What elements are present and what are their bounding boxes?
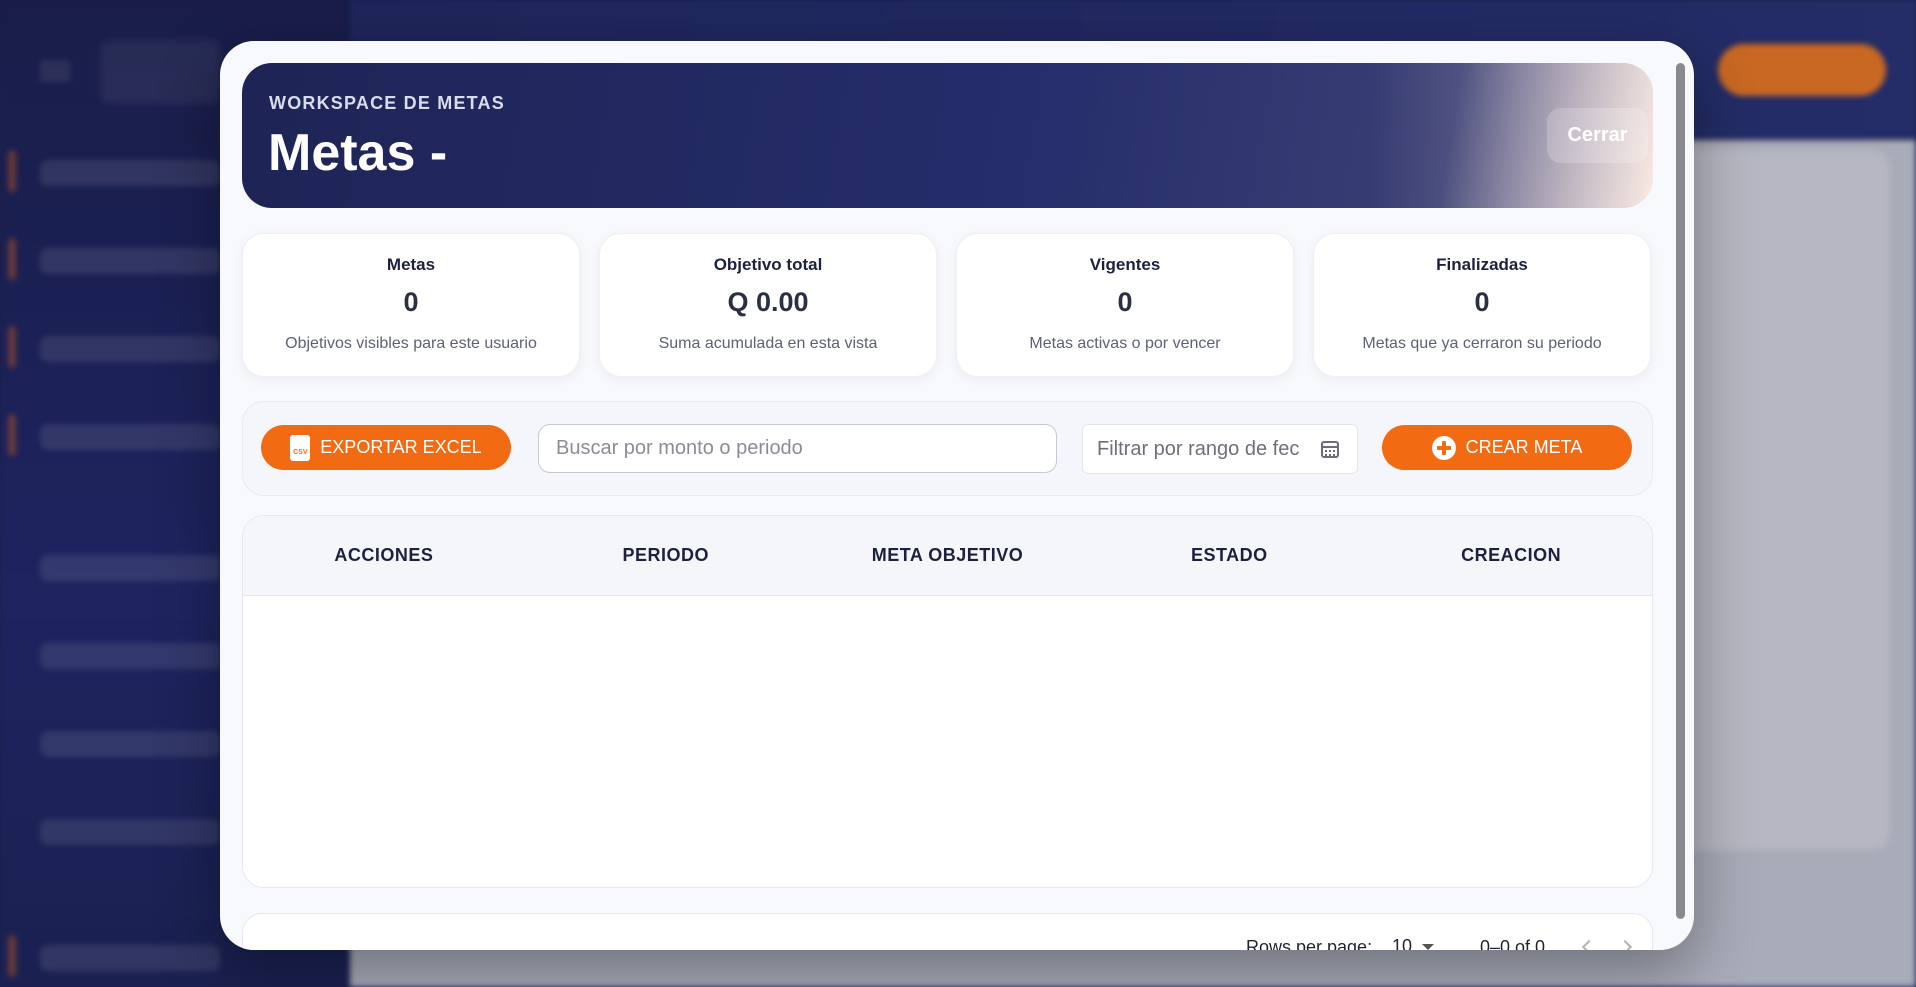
column-header-estado[interactable]: ESTADO	[1088, 516, 1370, 595]
stat-value: 0	[1117, 287, 1133, 317]
stat-description: Objetivos visibles para este usuario	[285, 335, 537, 352]
modal-scrollbar[interactable]	[1676, 63, 1685, 919]
hero-eyebrow: WORKSPACE DE METAS	[269, 93, 505, 113]
stat-label: Metas	[386, 255, 436, 274]
rows-per-page-select[interactable]: 10	[1392, 936, 1435, 950]
calendar-icon[interactable]	[1321, 441, 1339, 458]
stat-value: Q 0.00	[727, 287, 809, 317]
stat-description: Metas activas o por vencer	[1029, 335, 1221, 352]
stat-value: 0	[403, 287, 419, 317]
export-excel-label: EXPORTAR EXCEL	[320, 437, 482, 457]
table-header: ACCIONES PERIODO META OBJETIVO ESTADO CR…	[243, 516, 1652, 596]
stat-card-vigentes: Vigentes 0 Metas activas o por vencer	[956, 233, 1294, 377]
stat-label: Finalizadas	[1436, 255, 1528, 274]
chevron-left-icon	[1581, 939, 1597, 950]
pagination-range: 0–0 of 0	[1480, 937, 1546, 950]
stat-label: Vigentes	[1089, 255, 1161, 274]
hero-header: WORKSPACE DE METAS Metas - Cerrar	[242, 63, 1653, 208]
column-header-periodo[interactable]: PERIODO	[525, 516, 807, 595]
stat-description: Metas que ya cerraron su periodo	[1362, 335, 1602, 352]
rows-per-page-value: 10	[1392, 936, 1413, 950]
metas-table: ACCIONES PERIODO META OBJETIVO ESTADO CR…	[242, 515, 1653, 888]
column-header-creacion[interactable]: CREACION	[1370, 516, 1652, 595]
table-body	[243, 596, 1652, 887]
page-title: Metas -	[268, 124, 448, 182]
stat-card-finalizadas: Finalizadas 0 Metas que ya cerraron su p…	[1313, 233, 1651, 377]
search-input[interactable]	[538, 424, 1057, 473]
stat-description: Suma acumulada en esta vista	[658, 335, 878, 352]
next-page-button[interactable]	[1613, 933, 1641, 950]
create-meta-button[interactable]: CREAR META	[1382, 425, 1632, 470]
close-button[interactable]: Cerrar	[1547, 108, 1648, 163]
chevron-right-icon	[1617, 939, 1633, 950]
pagination-bar: Rows per page: 10 0–0 of 0	[242, 913, 1653, 950]
metas-workspace-modal: WORKSPACE DE METAS Metas - Cerrar Metas …	[220, 41, 1694, 950]
previous-page-button[interactable]	[1573, 933, 1601, 950]
stat-card-objetivo-total: Objetivo total Q 0.00 Suma acumulada en …	[599, 233, 937, 377]
stat-value: 0	[1474, 287, 1490, 317]
stat-label: Objetivo total	[713, 255, 823, 274]
rows-per-page-label: Rows per page:	[1246, 937, 1373, 950]
stat-card-metas: Metas 0 Objetivos visibles para este usu…	[242, 233, 580, 377]
date-range-placeholder: Filtrar por rango de fec	[1097, 437, 1300, 460]
column-header-acciones[interactable]: ACCIONES	[243, 516, 525, 595]
export-excel-button[interactable]: CSV EXPORTAR EXCEL	[261, 425, 511, 470]
chevron-down-icon	[1422, 943, 1435, 950]
column-header-meta-objetivo[interactable]: META OBJETIVO	[807, 516, 1089, 595]
date-range-filter[interactable]: Filtrar por rango de fec	[1082, 424, 1358, 474]
csv-file-icon: CSV	[290, 434, 311, 461]
plus-circle-icon	[1431, 435, 1456, 460]
create-meta-label: CREAR META	[1465, 437, 1583, 457]
